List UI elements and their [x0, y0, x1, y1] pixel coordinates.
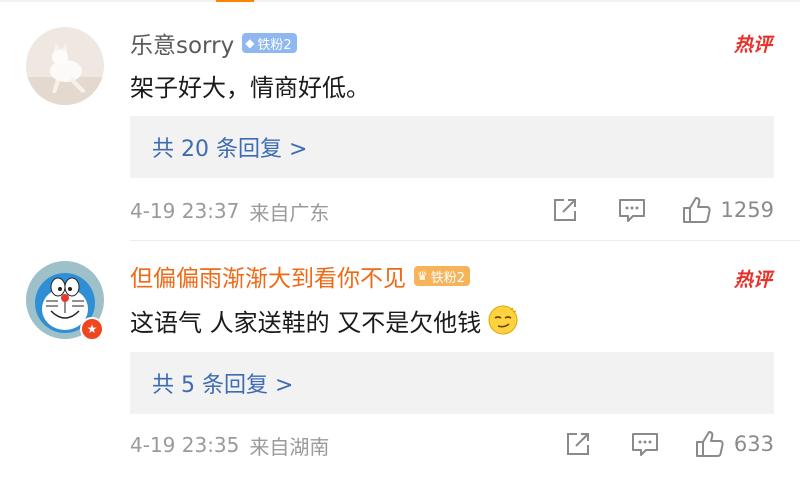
- username[interactable]: 但偏偏雨渐渐大到看你不见: [130, 259, 406, 293]
- share-icon: [566, 433, 589, 455]
- username[interactable]: 乐意sorry: [130, 26, 234, 60]
- replies-label: 共 20 条回复 >: [152, 137, 308, 162]
- replies-label: 共 5 条回复 >: [152, 373, 294, 398]
- view-replies-button[interactable]: 共 20 条回复 >: [130, 116, 774, 178]
- comment-time: 4-19 23:37: [130, 199, 240, 223]
- comment-text-row: 这语气 人家送鞋的 又不是欠他钱: [130, 303, 519, 337]
- comment-icon: [631, 433, 658, 456]
- smirk-emoji: [487, 304, 519, 336]
- fan-badge-label: 铁粉2: [257, 37, 292, 53]
- comment-meta: 4-19 23:37 来自广东: [130, 196, 329, 226]
- like-count: 633: [733, 432, 774, 456]
- verified-badge: ★: [80, 317, 104, 341]
- cat-photo-avatar: [26, 27, 104, 105]
- diamond-icon: ◆: [245, 36, 255, 50]
- comment-location: 来自广东: [249, 200, 330, 225]
- avatar[interactable]: [26, 27, 104, 105]
- comment-header: 乐意sorry ◆ 铁粉2: [130, 26, 297, 60]
- comment-text: 这语气 人家送鞋的 又不是欠他钱: [130, 308, 482, 337]
- thumbs-up-icon: [695, 431, 724, 457]
- comment-icon: [618, 199, 645, 222]
- like-count: 1259: [720, 198, 774, 222]
- fan-badge[interactable]: ◆ 铁粉2: [242, 33, 297, 53]
- share-button[interactable]: [551, 196, 579, 224]
- hot-comment-badge: 热评: [733, 34, 772, 56]
- comment-header: 但偏偏雨渐渐大到看你不见 ♛ 铁粉2: [130, 259, 471, 293]
- comment-actions: 633: [564, 427, 774, 461]
- comment-text: 架子好大，情商好低。: [130, 73, 370, 102]
- hot-comment-badge: 热评: [733, 269, 772, 291]
- crown-icon: ♛: [417, 269, 428, 283]
- comment-actions: 1259: [551, 193, 774, 227]
- share-icon: [553, 199, 576, 221]
- like-button[interactable]: 1259: [681, 195, 774, 225]
- comment-time: 4-19 23:35: [130, 433, 240, 457]
- view-replies-button[interactable]: 共 5 条回复 >: [130, 352, 774, 414]
- like-button[interactable]: 633: [694, 429, 774, 459]
- thumbs-up-icon: [682, 197, 711, 223]
- comment-item: ★ 但偏偏雨渐渐大到看你不见 ♛ 铁粉2 热评 这语气 人家送鞋的 又不是欠他钱…: [0, 241, 800, 478]
- reply-button[interactable]: [617, 196, 647, 224]
- comment-meta: 4-19 23:35 来自湖南: [130, 430, 329, 460]
- comment-item: 乐意sorry ◆ 铁粉2 热评 架子好大，情商好低。 共 20 条回复 > 4…: [0, 0, 800, 240]
- fan-badge[interactable]: ♛ 铁粉2: [414, 266, 471, 286]
- reply-button[interactable]: [630, 430, 660, 458]
- share-button[interactable]: [564, 430, 592, 458]
- smirk-emoji-icon: [488, 305, 518, 335]
- fan-badge-label: 铁粉2: [430, 270, 466, 286]
- comment-location: 来自湖南: [249, 434, 330, 459]
